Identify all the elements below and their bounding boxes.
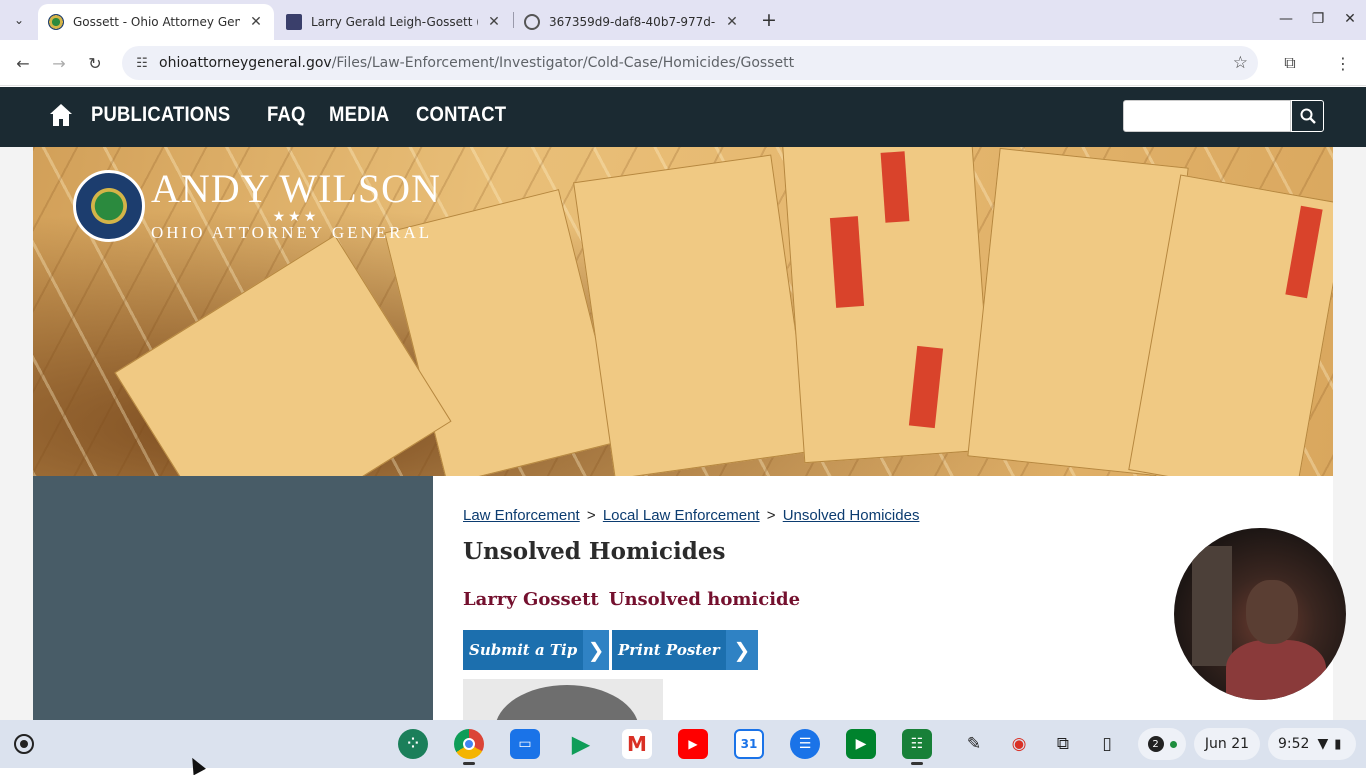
url-path: /Files/Law-Enforcement/Investigator/Cold… [331, 55, 795, 71]
reload-icon[interactable]: ↻ [83, 51, 107, 75]
extensions-icon[interactable]: ⧉ [1278, 51, 1302, 75]
submit-tip-button[interactable]: Submit a Tip ❯ [463, 630, 609, 670]
brand-name: ANDY WILSON [151, 166, 441, 211]
minimize-icon[interactable]: — [1274, 8, 1298, 30]
messages-icon[interactable]: ☰ [790, 729, 820, 759]
screen-record-icon[interactable]: ◉ [1007, 732, 1031, 756]
bookmark-star-icon[interactable]: ☆ [1233, 53, 1248, 73]
browser-toolbar: ← → ↻ ☷ ohioattorneygeneral.gov/Files/La… [0, 40, 1366, 86]
ohio-ag-seal-icon [48, 14, 64, 30]
submit-tip-label: Submit a Tip [469, 641, 578, 659]
print-poster-label: Print Poster [618, 641, 720, 659]
url-text[interactable]: ohioattorneygeneral.gov/Files/Law-Enforc… [159, 55, 794, 71]
meet-icon[interactable]: ▶ [846, 729, 876, 759]
tab-uuid[interactable]: 367359d9-daf8-40b7-977d-7b ✕ [514, 4, 750, 40]
brand-title: OHIO ATTORNEY GENERAL [151, 223, 433, 242]
date-pill[interactable]: Jun 21 [1194, 728, 1260, 760]
play-store-icon[interactable]: ▶ [566, 729, 596, 759]
breadcrumb-law-enforcement[interactable]: Law Enforcement [463, 507, 580, 524]
files-icon[interactable]: ▭ [510, 729, 540, 759]
app-launcher-grid-icon[interactable]: ⁘ [398, 729, 428, 759]
home-icon[interactable] [50, 103, 72, 127]
tab-title: Larry Gerald Leigh-Gossett (19 [311, 15, 478, 29]
close-icon[interactable]: ✕ [724, 14, 740, 30]
findagrave-icon [286, 14, 302, 30]
case-status: Unsolved homicide [608, 589, 801, 610]
tab-search-chevron-icon[interactable]: ⌄ [6, 8, 32, 32]
hero-evidence-envelope [573, 154, 813, 476]
ohio-ag-seal-icon [73, 170, 145, 242]
search-icon [1300, 108, 1316, 124]
hero-evidence-seal [880, 151, 910, 223]
status-area[interactable]: 9:52 ▼ ▮ [1268, 728, 1356, 760]
breadcrumb-separator: > [766, 507, 776, 524]
tab-gossett[interactable]: Gossett - Ohio Attorney General ✕ [38, 4, 274, 40]
youtube-icon[interactable]: ▶ [678, 729, 708, 759]
site-search-input[interactable] [1123, 100, 1291, 132]
site-settings-icon[interactable]: ☷ [128, 56, 156, 71]
victim-photo-silhouette [495, 685, 639, 720]
chrome-icon[interactable] [454, 729, 484, 759]
chevron-right-icon: ❯ [725, 630, 758, 670]
nav-media[interactable]: MEDIA [329, 103, 389, 127]
pen-icon[interactable]: ✎ [962, 732, 986, 756]
nav-publications[interactable]: PUBLICATIONS [91, 103, 230, 127]
page-title: Unsolved Homicides [463, 538, 726, 565]
notification-count: 2 [1147, 736, 1164, 752]
victim-photo [463, 679, 663, 720]
calendar-icon[interactable]: 31 [734, 729, 764, 759]
wifi-icon: ▼ [1317, 736, 1329, 752]
close-icon[interactable]: ✕ [248, 14, 264, 30]
case-title: Larry Gossett Unsolved homicide [463, 589, 800, 610]
running-indicator [911, 762, 923, 765]
back-icon[interactable]: ← [11, 51, 35, 75]
battery-icon: ▮ [1334, 736, 1342, 752]
search-button[interactable] [1291, 100, 1324, 132]
phone-hub-icon[interactable]: ▯ [1095, 732, 1119, 756]
webcam-overlay[interactable] [1174, 528, 1346, 700]
case-name: Larry Gossett [463, 589, 599, 610]
chevron-right-icon: ❯ [583, 630, 609, 670]
gmail-icon[interactable]: M [622, 729, 652, 759]
close-icon[interactable]: ✕ [486, 14, 502, 30]
nav-links: PUBLICATIONS FAQ MEDIA CONTACT [91, 103, 518, 127]
breadcrumb-separator: > [586, 507, 596, 524]
new-tab-button[interactable]: + [758, 8, 780, 32]
globe-icon [524, 14, 540, 30]
launcher-icon[interactable] [14, 734, 34, 754]
hero-banner: ANDY WILSON ★★★ OHIO ATTORNEY GENERAL [33, 147, 1333, 476]
breadcrumb: Law Enforcement > Local Law Enforcement … [463, 507, 919, 524]
tab-title: 367359d9-daf8-40b7-977d-7b [549, 15, 716, 29]
forward-icon[interactable]: → [47, 51, 71, 75]
status-dot [1169, 740, 1177, 748]
restore-icon[interactable]: ❐ [1306, 8, 1330, 30]
breadcrumb-unsolved-homicides[interactable]: Unsolved Homicides [783, 507, 920, 524]
tab-title: Gossett - Ohio Attorney General [73, 15, 240, 29]
tab-larry-gerald[interactable]: Larry Gerald Leigh-Gossett (19 ✕ [276, 4, 512, 40]
clock: 9:52 [1278, 736, 1310, 752]
site-navigation: PUBLICATIONS FAQ MEDIA CONTACT [0, 87, 1366, 147]
tab-strip: ⌄ Gossett - Ohio Attorney General ✕ Larr… [0, 0, 1366, 40]
url-host: ohioattorneygeneral.gov [159, 55, 332, 71]
classroom-icon[interactable]: ☷ [902, 729, 932, 759]
os-shelf: ⁘ ▭ ▶ M ▶ 31 ☰ ▶ ☷ ✎ ◉ ⧉ ▯ 2 Jun 21 9:52… [0, 720, 1366, 768]
notification-pill[interactable]: 2 [1138, 728, 1186, 760]
nav-faq[interactable]: FAQ [267, 103, 306, 127]
breadcrumb-local-law-enforcement[interactable]: Local Law Enforcement [603, 507, 760, 524]
webcam-person-head [1246, 580, 1298, 644]
holding-space-icon[interactable]: ⧉ [1051, 732, 1075, 756]
print-poster-button[interactable]: Print Poster ❯ [612, 630, 758, 670]
menu-kebab-icon[interactable]: ⋮ [1331, 51, 1355, 75]
nav-contact[interactable]: CONTACT [416, 103, 506, 127]
close-window-icon[interactable]: ✕ [1338, 8, 1362, 30]
left-sidebar [33, 476, 433, 720]
address-bar[interactable]: ☷ ohioattorneygeneral.gov/Files/Law-Enfo… [122, 46, 1258, 80]
ag-brand-logo[interactable]: ANDY WILSON ★★★ OHIO ATTORNEY GENERAL [73, 169, 441, 243]
running-indicator [463, 762, 475, 765]
webcam-person-shirt [1226, 640, 1326, 700]
webcam-background-door [1192, 546, 1232, 666]
